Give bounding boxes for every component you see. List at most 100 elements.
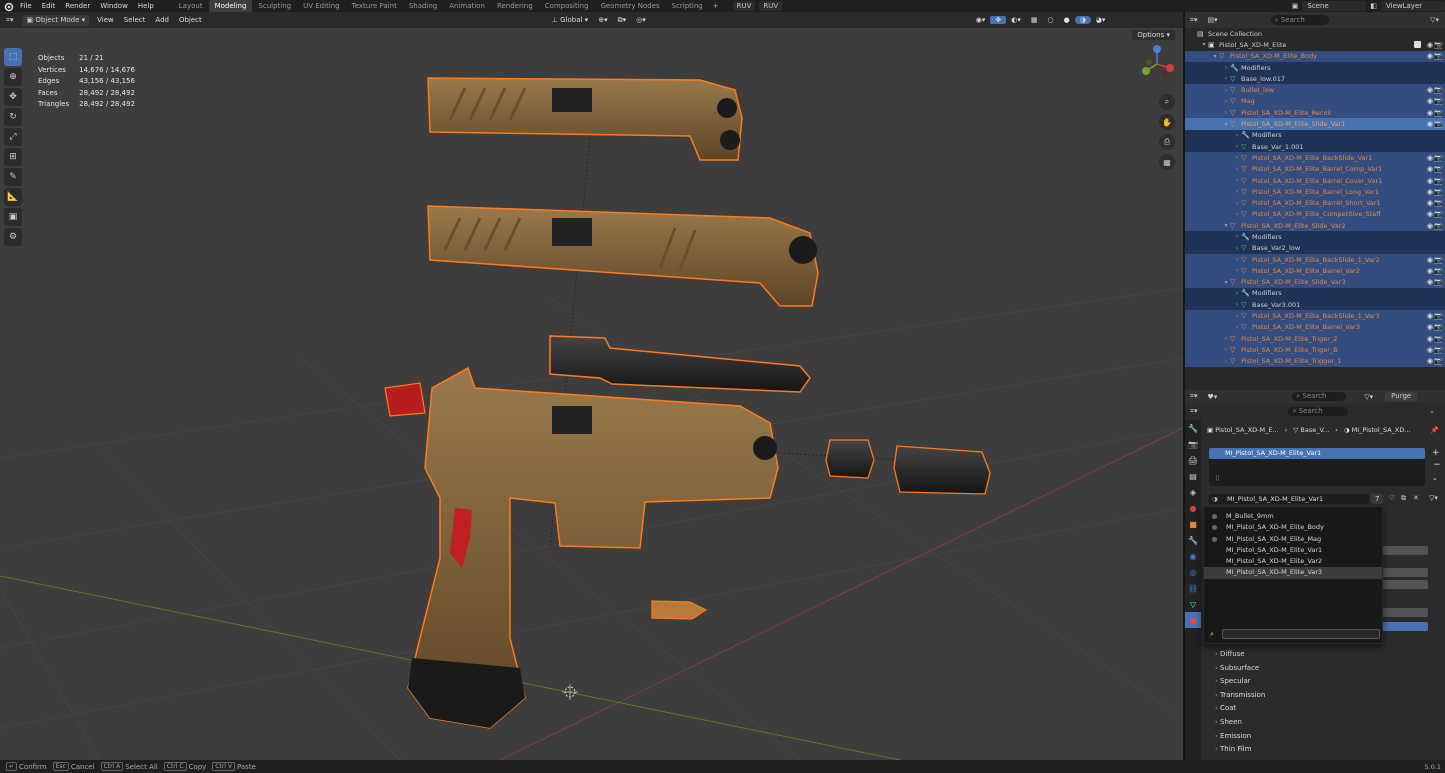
outliner-row[interactable]: › ▽ Base_Var3.001 (1185, 299, 1445, 311)
visibility-eye-icon[interactable]: ◉ (1427, 165, 1433, 173)
gizmo-toggle-icon[interactable]: ✥ (990, 16, 1007, 24)
zoom-icon[interactable]: ⌕ (1159, 94, 1175, 110)
viewlayer-selector[interactable]: ViewLayer (1381, 1, 1445, 11)
measure-tool-icon[interactable]: 📐 (4, 188, 22, 206)
render-camera-icon[interactable]: 📷 (1434, 41, 1443, 49)
data-tab-icon[interactable]: ▽ (1185, 596, 1201, 612)
outliner-row[interactable]: › ▽ Pistol_SA_XD-M_Elite_Barrel_Comp_Var1 ◉… (1185, 163, 1445, 175)
modifier-tab-icon[interactable]: 🔧 (1185, 532, 1201, 548)
expand-toggle-icon[interactable]: › (1233, 245, 1241, 252)
visibility-eye-icon[interactable]: ◉ (1427, 357, 1433, 365)
workspace-tab-rendering[interactable]: Rendering (491, 0, 539, 12)
fake-user-icon[interactable]: ♡ (1389, 494, 1395, 502)
blender-logo-icon[interactable] (3, 0, 15, 12)
outliner-row[interactable]: › ▽ Mag ◉ 📷 (1185, 95, 1445, 108)
visibility-eye-icon[interactable]: ◉ (1427, 323, 1433, 331)
object-menu[interactable]: Object (174, 16, 207, 24)
expand-toggle-icon[interactable]: › (1222, 346, 1230, 353)
outliner-row[interactable]: › ▽ Pistol_SA_XD-M_Elite_Barrel_Short_Var1… (1185, 197, 1445, 209)
material-sphere-icon[interactable]: ◑ (1212, 494, 1218, 504)
expand-toggle-icon[interactable]: › (1222, 109, 1230, 116)
visibility-eye-icon[interactable]: ◉ (1427, 41, 1433, 49)
render-camera-icon[interactable]: 📷 (1434, 97, 1443, 105)
visibility-eye-icon[interactable]: ◉ (1427, 52, 1433, 60)
render-camera-icon[interactable]: 📷 (1434, 109, 1443, 117)
visibility-eye-icon[interactable]: ◉ (1427, 210, 1433, 218)
menu-file[interactable]: File (15, 2, 37, 10)
section-coat[interactable]: › Coat (1215, 704, 1236, 712)
outliner-row[interactable]: › ▽ Pistol_SA_XD-M_Elite_Triger_2 ◉ 📷 (1185, 333, 1445, 345)
section-thin-film[interactable]: › Thin Film (1215, 745, 1252, 753)
material-browse-field[interactable]: ◑ MI_Pistol_SA_XD-M_Elite_Var1 (1209, 494, 1369, 504)
render-camera-icon[interactable]: 📷 (1434, 222, 1443, 230)
select-menu[interactable]: Select (119, 16, 151, 24)
workspace-tab-geometry-nodes[interactable]: Geometry Nodes (595, 0, 666, 12)
undo-history-2[interactable]: RUV (759, 1, 783, 11)
expand-toggle-icon[interactable]: › (1222, 358, 1230, 365)
material-option[interactable]: MI_Pistol_SA_XD-M_Elite_Var2 (1204, 556, 1382, 567)
output-tab-icon[interactable]: 🖨 (1185, 452, 1201, 468)
collection-checkbox[interactable] (1414, 41, 1421, 49)
blend-file-icon[interactable]: ♥▾ (1202, 393, 1222, 401)
expand-toggle-icon[interactable]: ▾ (1222, 121, 1230, 128)
menu-render[interactable]: Render (60, 2, 95, 10)
display-mode-icon[interactable]: ▤▾ (1202, 16, 1222, 24)
user-count[interactable]: 7 (1371, 494, 1384, 504)
expand-toggle-icon[interactable]: › (1233, 154, 1241, 161)
select-box-tool-icon[interactable]: ⬚ (4, 48, 22, 66)
pivot-icon[interactable]: ⊕▾ (593, 16, 612, 24)
outliner-row[interactable]: › ▽ Base_Var_1.001 (1185, 140, 1445, 153)
rotate-tool-icon[interactable]: ↻ (4, 108, 22, 126)
outliner-row[interactable]: › ▽ Base_low.017 (1185, 73, 1445, 85)
slot-menu-button[interactable]: ⌄ (1432, 474, 1438, 482)
workspace-tab-compositing[interactable]: Compositing (539, 0, 595, 12)
outliner-row[interactable]: › ▽ Pistol_SA_XD-M_Elite_BackSlide_1_Var2 ◉… (1185, 253, 1445, 266)
render-camera-icon[interactable]: 📷 (1434, 346, 1443, 354)
world-tab-icon[interactable]: ● (1185, 500, 1201, 516)
outliner-search[interactable]: ⌕ Search (1270, 15, 1329, 25)
expand-toggle-icon[interactable]: › (1233, 188, 1241, 195)
breadcrumb-object[interactable]: ▣ Pistol_SA_XD-M_E... (1207, 426, 1279, 434)
expand-toggle-icon[interactable]: › (1233, 267, 1241, 274)
workspace-tab-shading[interactable]: Shading (403, 0, 443, 12)
render-camera-icon[interactable]: 📷 (1434, 335, 1443, 343)
render-camera-icon[interactable]: 📷 (1434, 120, 1443, 128)
view-layer-tab-icon[interactable]: ▤ (1185, 468, 1201, 484)
section-sheen[interactable]: › Sheen (1215, 718, 1242, 726)
outliner-row[interactable]: › ▽ Bullet_low ◉ 📷 (1185, 84, 1445, 96)
data-search[interactable]: ⌕ Search (1292, 392, 1347, 401)
visibility-icon[interactable]: ◉▾ (971, 16, 991, 24)
material-slot-list[interactable]: MI_Pistol_SA_XD-M_Elite_Var1 ⠿ (1209, 448, 1425, 486)
material-option[interactable]: MI_Pistol_SA_XD-M_Elite_Body (1204, 522, 1382, 533)
remove-slot-button[interactable]: − (1433, 460, 1441, 470)
material-option[interactable]: MI_Pistol_SA_XD-M_Elite_Var3 (1204, 567, 1382, 579)
visibility-eye-icon[interactable]: ◉ (1427, 267, 1433, 275)
outliner-row[interactable]: › ▽ Pistol_SA_XD-M_Elite_Barrel_Var3 ◉ 📷 (1185, 321, 1445, 334)
visibility-eye-icon[interactable]: ◉ (1427, 256, 1433, 264)
render-camera-icon[interactable]: 📷 (1434, 323, 1443, 331)
shading-rendered-icon[interactable]: ◕▾ (1091, 16, 1111, 24)
menu-window[interactable]: Window (95, 2, 133, 10)
physics-tab-icon[interactable]: ◎ (1185, 564, 1201, 580)
render-camera-icon[interactable]: 📷 (1434, 278, 1443, 286)
outliner-row[interactable]: › ▽ Pistol_SA_XD-M_Elite_BackSlide_1_Var3 ◉… (1185, 310, 1445, 322)
editor-type-icon[interactable]: ⌗▾ (0, 16, 19, 25)
expand-toggle-icon[interactable]: ▾ (1222, 279, 1230, 286)
pin-icon[interactable]: 📌 (1431, 426, 1439, 434)
constraints-tab-icon[interactable]: ⛓ (1185, 580, 1201, 596)
section-transmission[interactable]: › Transmission (1215, 691, 1265, 699)
scene-tab-icon[interactable]: ◈ (1185, 484, 1201, 500)
3d-viewport[interactable]: ⬚ ⊕ ✥ ↻ ⤢ ⊞ ✎ 📐 ▣ ⚙ Objects 21 / 21 Vertic… (0, 28, 1183, 760)
outliner-row[interactable]: ▾ ▽ Pistol_SA_XD-M_Elite_Slide_Var1 ◉ 📷 (1185, 118, 1445, 130)
visibility-eye-icon[interactable]: ◉ (1427, 188, 1433, 196)
visibility-eye-icon[interactable]: ◉ (1427, 97, 1433, 105)
mode-selector[interactable]: ▣ Object Mode ▾ (22, 14, 90, 26)
expand-toggle-icon[interactable]: › (1233, 256, 1241, 263)
workspace-tab-sculpting[interactable]: Sculpting (252, 0, 297, 12)
expand-toggle-icon[interactable]: › (1233, 177, 1241, 184)
render-camera-icon[interactable]: 📷 (1434, 177, 1443, 185)
material-option[interactable]: MI_Pistol_SA_XD-M_Elite_Mag (1204, 534, 1382, 545)
outliner-row[interactable]: › ▽ Base_Var2_low (1185, 242, 1445, 254)
render-camera-icon[interactable]: 📷 (1434, 52, 1443, 60)
extra-tool-icon[interactable]: ⚙ (4, 228, 22, 246)
